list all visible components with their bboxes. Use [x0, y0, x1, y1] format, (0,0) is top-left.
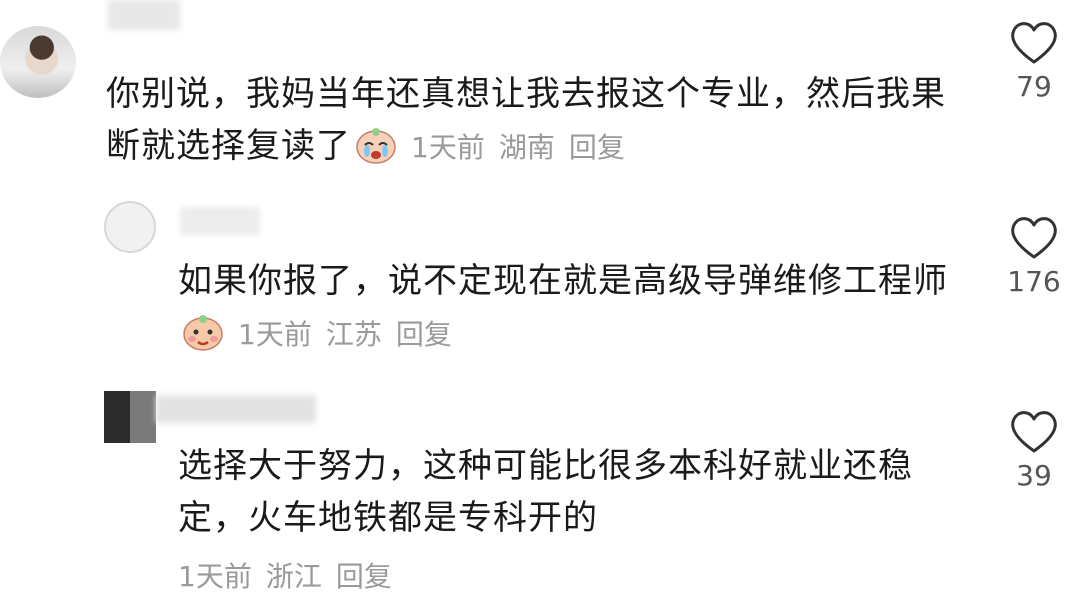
- comment-item: 你别说，我妈当年还真想让我去报这个专业，然后我果断就选择复读了 1天前 湖南 回复 …: [0, 0, 1080, 175]
- comment-location: 浙江: [265, 560, 322, 593]
- heart-outline-icon[interactable]: [1008, 407, 1060, 455]
- username-blurred[interactable]: [180, 207, 260, 235]
- comment-text: 如果你报了，说不定现在就是高级导弹维修工程师 1天前 江苏 回复: [178, 255, 958, 361]
- comment-location: 湖南: [498, 131, 555, 164]
- reply-button[interactable]: 回复: [336, 560, 392, 593]
- username-blurred[interactable]: [156, 395, 316, 423]
- comment-body: 如果你报了，说不定现在就是高级导弹维修工程师: [178, 261, 948, 301]
- avatar[interactable]: [104, 201, 156, 253]
- like-count: 79: [1016, 70, 1052, 103]
- comment-time: 1天前: [238, 318, 312, 351]
- comment-meta: 1天前 浙江 回复: [178, 555, 406, 595]
- comment-time: 1天前: [411, 131, 485, 164]
- like-button[interactable]: 79: [1004, 18, 1064, 103]
- comment-text: 你别说，我妈当年还真想让我去报这个专业，然后我果断就选择复读了 1天前 湖南 回复: [106, 68, 966, 174]
- like-count: 39: [1016, 459, 1052, 492]
- reply-button[interactable]: 回复: [396, 318, 452, 351]
- comment-meta: 1天前 湖南 回复: [411, 131, 639, 164]
- avatar[interactable]: [0, 26, 76, 98]
- avatar[interactable]: [104, 391, 156, 443]
- like-button[interactable]: 39: [1004, 407, 1064, 492]
- heart-outline-icon[interactable]: [1008, 18, 1060, 66]
- smirk-face-emoji: [183, 315, 223, 351]
- comment-item: 如果你报了，说不定现在就是高级导弹维修工程师 1天前 江苏 回复 176: [0, 195, 1080, 365]
- like-count: 176: [1007, 265, 1061, 298]
- comment-time: 1天前: [178, 560, 252, 593]
- comment-meta: 1天前 江苏 回复: [238, 318, 466, 351]
- comment-location: 江苏: [325, 318, 382, 351]
- comment-item: 选择大于努力，这种可能比很多本科好就业还稳定，火车地铁都是专科开的 1天前 浙江回…: [0, 385, 1080, 600]
- username-blurred[interactable]: [108, 0, 180, 30]
- crying-face-emoji: [356, 128, 396, 164]
- heart-outline-icon[interactable]: [1008, 213, 1060, 261]
- comment-text: 选择大于努力，这种可能比很多本科好就业还稳定，火车地铁都是专科开的: [178, 446, 913, 538]
- reply-button[interactable]: 回复: [569, 131, 625, 164]
- like-button[interactable]: 176: [1004, 213, 1064, 298]
